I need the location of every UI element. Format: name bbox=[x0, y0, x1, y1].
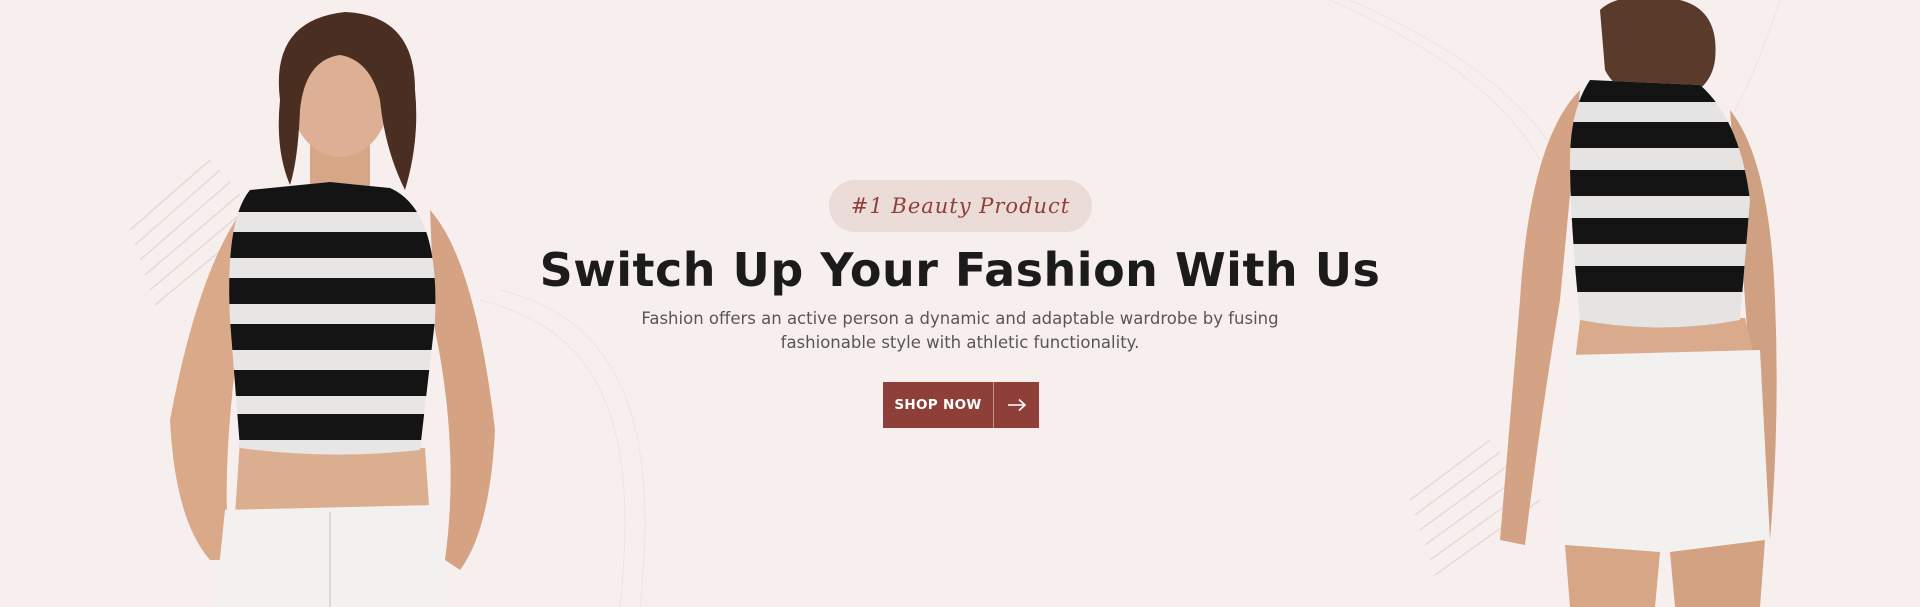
arrow-right-icon bbox=[994, 398, 1039, 412]
hero-description-line-2: fashionable style with athletic function… bbox=[780, 333, 1140, 352]
hero-description: Fashion offers an active person a dynami… bbox=[610, 307, 1310, 355]
shop-now-button[interactable]: SHOP NOW bbox=[883, 382, 1039, 428]
hero-description-line-1: Fashion offers an active person a dynami… bbox=[641, 309, 1279, 328]
badge: #1 Beauty Product bbox=[829, 180, 1092, 232]
badge-label: #1 Beauty Product bbox=[850, 194, 1071, 218]
hero-content: #1 Beauty Product Switch Up Your Fashion… bbox=[0, 0, 1920, 607]
hero-headline: Switch Up Your Fashion With Us bbox=[539, 243, 1381, 297]
shop-now-label: SHOP NOW bbox=[894, 397, 982, 413]
hero-banner: #1 Beauty Product Switch Up Your Fashion… bbox=[0, 0, 1920, 607]
